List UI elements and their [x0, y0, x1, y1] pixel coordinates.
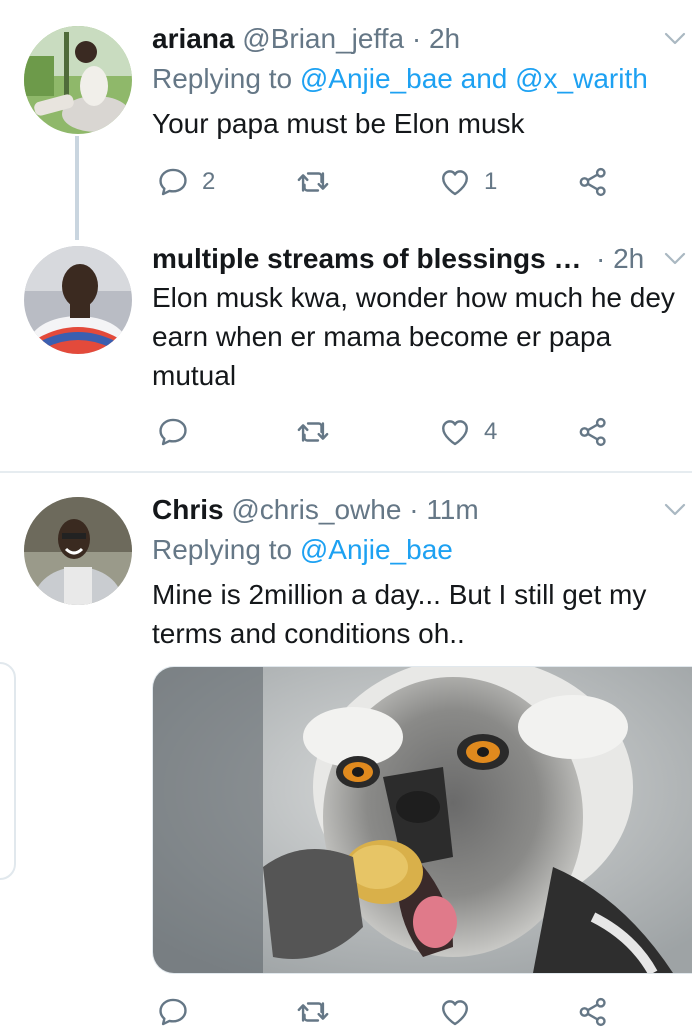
replying-to-users-link[interactable]: @Anjie_bae	[300, 534, 453, 565]
like-count: 4	[484, 418, 498, 445]
timestamp[interactable]: 11m	[426, 494, 478, 525]
like-button[interactable]: 1	[438, 162, 497, 202]
reply-button[interactable]: 2	[156, 162, 215, 202]
tweet-text: Mine is 2million a day... But I still ge…	[152, 579, 647, 649]
share-button[interactable]	[576, 162, 610, 202]
avatar[interactable]	[24, 246, 132, 354]
replying-to-label: Replying to	[152, 534, 300, 565]
retweet-arrows-icon	[296, 415, 330, 449]
reply-button[interactable]	[156, 992, 190, 1032]
display-name[interactable]: multiple streams of blessings …	[152, 243, 581, 274]
reply-count: 2	[202, 168, 216, 195]
replying-to-line: Replying to @Anjie_bae	[152, 531, 453, 569]
heart-icon	[438, 415, 472, 449]
user-handle[interactable]: @chris_owhe	[231, 494, 401, 525]
tweet-media-image[interactable]	[152, 666, 692, 974]
tweet-text: Your papa must be Elon musk	[152, 108, 525, 139]
reply-bubble-icon	[156, 165, 190, 199]
retweet-button[interactable]	[296, 412, 330, 452]
retweet-arrows-icon	[296, 995, 330, 1029]
like-button[interactable]: 4	[438, 412, 497, 452]
display-name[interactable]: ariana	[152, 23, 235, 54]
reply-bubble-icon	[156, 995, 190, 1029]
side-panel-edge	[0, 662, 16, 880]
share-nodes-icon	[576, 415, 610, 449]
separator-dot: ·	[409, 494, 419, 525]
share-nodes-icon	[576, 165, 610, 199]
replying-to-label: Replying to	[152, 63, 300, 94]
action-bar: 2 1	[152, 162, 672, 202]
reply-bubble-icon	[156, 415, 190, 449]
share-button[interactable]	[576, 992, 610, 1032]
tweet-header: ariana @Brian_jeffa · 2h	[152, 20, 692, 58]
tweet-card[interactable]: multiple streams of blessings … · 2h Elo…	[0, 226, 692, 472]
like-count: 1	[484, 168, 498, 195]
timestamp[interactable]: 2h	[613, 243, 644, 274]
tweet-card[interactable]: ariana @Brian_jeffa · 2h Replying to @An…	[0, 0, 692, 226]
action-bar: 4	[152, 412, 672, 452]
chevron-down-icon[interactable]	[664, 32, 686, 46]
avatar[interactable]	[24, 26, 132, 134]
retweet-button[interactable]	[296, 992, 330, 1032]
user-handle[interactable]: @Brian_jeffa	[242, 23, 404, 54]
heart-icon	[438, 165, 472, 199]
display-name[interactable]: Chris	[152, 494, 224, 525]
replying-to-users-link[interactable]: @Anjie_bae and @x_warith	[300, 63, 648, 94]
heart-icon	[438, 995, 472, 1029]
separator-dot: ·	[411, 23, 422, 54]
like-button[interactable]	[438, 992, 472, 1032]
separator-dot: ·	[596, 243, 606, 274]
chevron-down-icon[interactable]	[664, 503, 686, 517]
retweet-arrows-icon	[296, 165, 330, 199]
action-bar	[152, 992, 672, 1032]
tweet-text: Elon musk kwa, wonder how much he dey ea…	[152, 282, 675, 391]
share-nodes-icon	[576, 995, 610, 1029]
chevron-down-icon[interactable]	[664, 252, 686, 266]
retweet-button[interactable]	[296, 162, 330, 202]
reply-button[interactable]	[156, 412, 190, 452]
replying-to-line: Replying to @Anjie_bae and @x_warith	[152, 60, 648, 98]
timestamp[interactable]: 2h	[429, 23, 460, 54]
tweet-header: Chris @chris_owhe · 11m	[152, 491, 692, 529]
avatar[interactable]	[24, 497, 132, 605]
share-button[interactable]	[576, 412, 610, 452]
